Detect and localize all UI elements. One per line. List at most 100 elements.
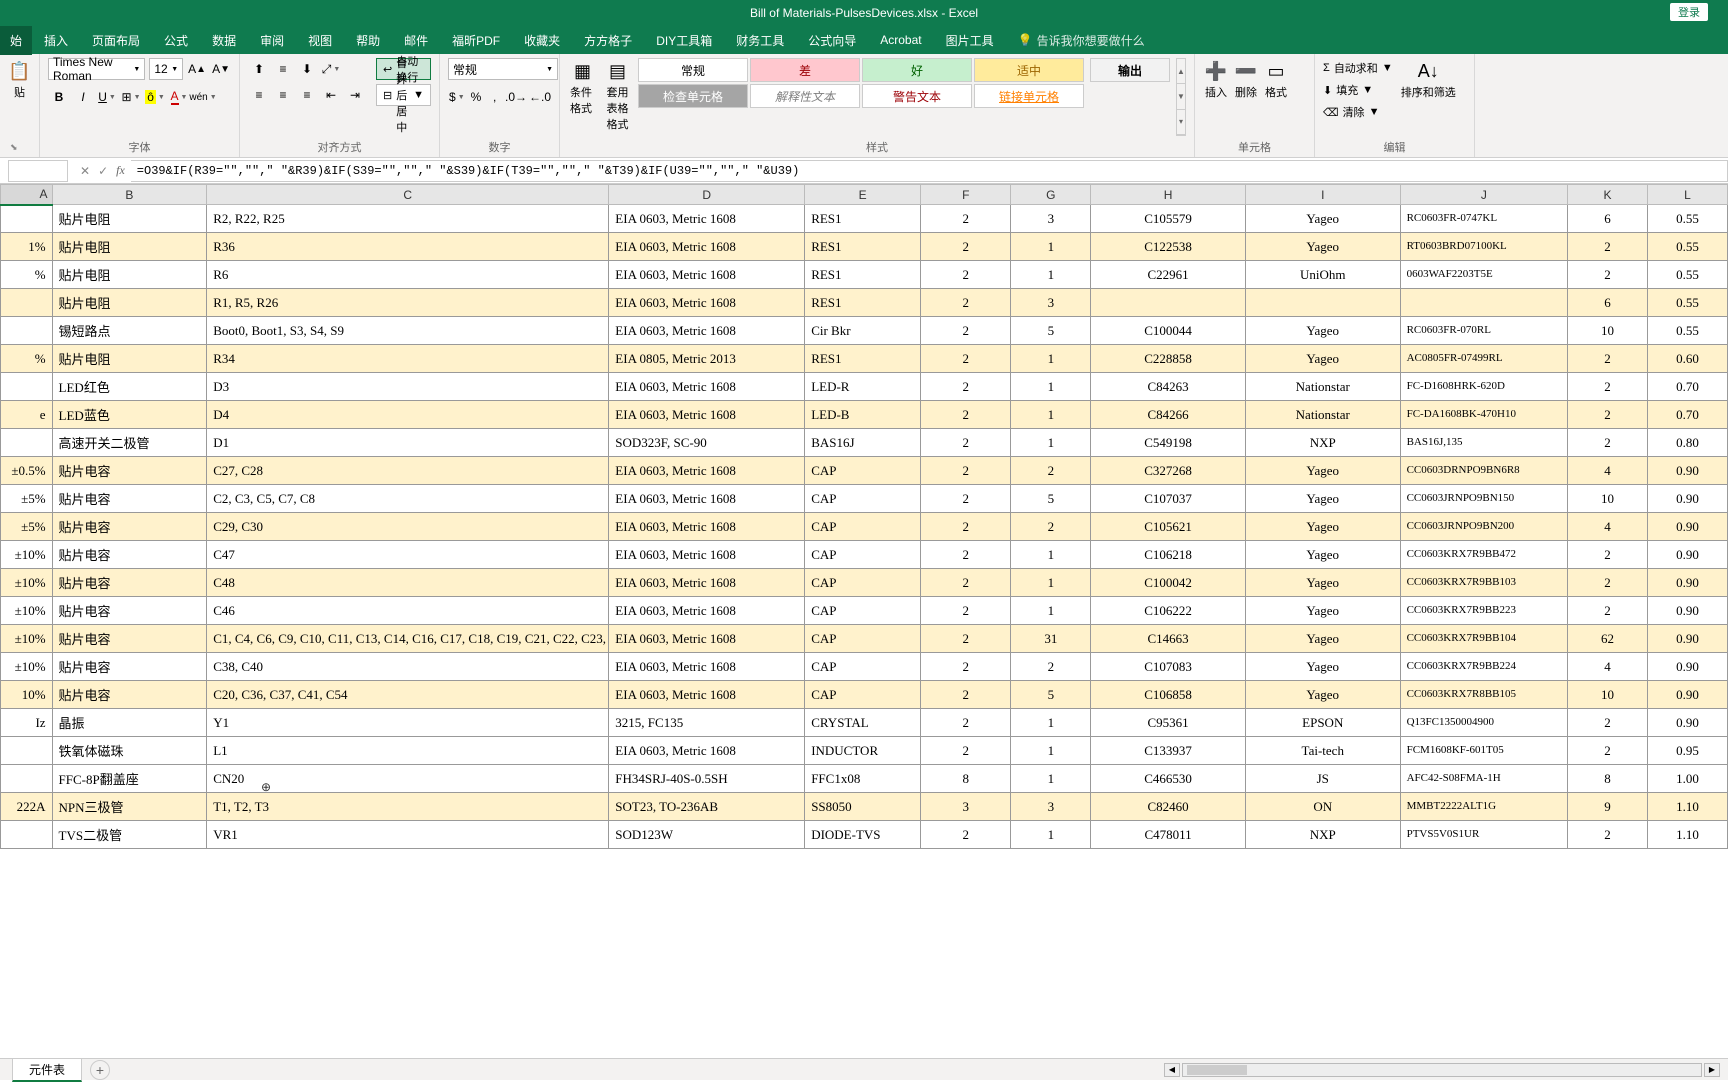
cell[interactable]: CN20 [207,765,609,793]
cell[interactable]: 10% [1,681,53,709]
cell[interactable]: C47 [207,541,609,569]
cell[interactable]: 1 [1011,373,1091,401]
cell[interactable]: C106218 [1091,541,1246,569]
table-row[interactable]: ±5%贴片电容C2, C3, C5, C7, C8EIA 0603, Metri… [1,485,1728,513]
cell[interactable]: RES1 [805,289,921,317]
cell[interactable]: 贴片电容 [52,541,207,569]
cell[interactable]: EIA 0805, Metric 2013 [609,345,805,373]
cell[interactable]: 62 [1568,625,1648,653]
cell[interactable]: Yageo [1245,681,1400,709]
cell[interactable]: 2 [1011,457,1091,485]
cell[interactable]: 2 [1568,401,1648,429]
cell[interactable]: NXP [1245,821,1400,849]
cell[interactable]: 6 [1568,289,1648,317]
cell[interactable]: 0.90 [1648,709,1728,737]
cell[interactable]: 1 [1011,597,1091,625]
cell[interactable]: 10 [1568,485,1648,513]
tab-finance[interactable]: 财务工具 [724,26,796,55]
cell[interactable]: Yageo [1245,541,1400,569]
table-row[interactable]: 222ANPN三极管T1, T2, T3SOT23, TO-236ABSS805… [1,793,1728,821]
cell[interactable]: C38, C40 [207,653,609,681]
cell[interactable]: CAP [805,625,921,653]
cell[interactable]: NPN三极管 [52,793,207,821]
cell[interactable]: 0.60 [1648,345,1728,373]
font-size-select[interactable]: 12▼ [149,58,183,80]
cell[interactable]: 6 [1568,205,1648,233]
cell[interactable]: RC0603FR-070RL [1400,317,1568,345]
indent-inc-button[interactable]: ⇥ [344,84,366,106]
cell[interactable]: CAP [805,681,921,709]
cell[interactable]: C466530 [1091,765,1246,793]
cell[interactable]: CRYSTAL [805,709,921,737]
cell[interactable]: Yageo [1245,597,1400,625]
styles-scroll[interactable]: ▲▼▾ [1176,58,1186,136]
cell[interactable]: 2 [1568,261,1648,289]
align-left-button[interactable]: ≡ [248,84,270,106]
cell[interactable]: Yageo [1245,513,1400,541]
cell[interactable]: 0.55 [1648,317,1728,345]
scroll-thumb[interactable] [1187,1065,1247,1075]
insert-cells-button[interactable]: ➕插入 [1203,58,1229,102]
cell[interactable]: 4 [1568,513,1648,541]
cell[interactable]: C106858 [1091,681,1246,709]
cell[interactable]: 2 [1568,709,1648,737]
style-explanatory[interactable]: 解释性文本 [750,84,860,108]
cell[interactable]: 贴片电容 [52,569,207,597]
style-bad[interactable]: 差 [750,58,860,82]
cell[interactable]: SOD123W [609,821,805,849]
cell[interactable]: C1, C4, C6, C9, C10, C11, C13, C14, C16,… [207,625,609,653]
cell[interactable]: e [1,401,53,429]
cell[interactable]: Yageo [1245,205,1400,233]
cell[interactable]: 2 [1011,513,1091,541]
cell[interactable]: 1 [1011,709,1091,737]
tab-help[interactable]: 帮助 [344,26,392,55]
cell[interactable]: LED-B [805,401,921,429]
cell[interactable]: C105621 [1091,513,1246,541]
cell[interactable]: 0.90 [1648,457,1728,485]
cell[interactable]: 3 [1011,289,1091,317]
col-header-G[interactable]: G [1011,185,1091,205]
style-good[interactable]: 好 [862,58,972,82]
cell[interactable]: CC0603DRNPO9BN6R8 [1400,457,1568,485]
cell[interactable]: 2 [921,401,1011,429]
horizontal-scrollbar[interactable]: ◀ ▶ [110,1063,1728,1077]
tell-me-search[interactable]: 💡 告诉我你想要做什么 [1018,32,1145,49]
cell[interactable]: 1 [1011,765,1091,793]
cell[interactable]: EIA 0603, Metric 1608 [609,597,805,625]
cell[interactable]: 2 [1568,541,1648,569]
table-row[interactable]: 高速开关二极管D1SOD323F, SC-90BAS16J21C549198NX… [1,429,1728,457]
align-right-button[interactable]: ≡ [296,84,318,106]
cell[interactable]: 贴片电容 [52,513,207,541]
cell[interactable]: C107083 [1091,653,1246,681]
cell[interactable]: Boot0, Boot1, S3, S4, S9 [207,317,609,345]
cell[interactable]: R1, R5, R26 [207,289,609,317]
cell[interactable]: 0.90 [1648,513,1728,541]
cell[interactable] [1,821,53,849]
cell[interactable]: TVS二极管 [52,821,207,849]
cell[interactable]: D3 [207,373,609,401]
cell[interactable]: CC0603JRNPO9BN200 [1400,513,1568,541]
cell[interactable]: 铁氧体磁珠 [52,737,207,765]
col-header-J[interactable]: J [1400,185,1568,205]
tab-view[interactable]: 视图 [296,26,344,55]
cell[interactable]: RT0603BRD07100KL [1400,233,1568,261]
sort-filter-button[interactable]: A↓排序和筛选 [1399,58,1458,122]
table-row[interactable]: 贴片电阻R2, R22, R25EIA 0603, Metric 1608RES… [1,205,1728,233]
scroll-left-button[interactable]: ◀ [1164,1063,1180,1077]
cell[interactable]: LED-R [805,373,921,401]
table-row[interactable]: eLED蓝色D4EIA 0603, Metric 1608LED-B21C842… [1,401,1728,429]
cell[interactable]: 1 [1011,429,1091,457]
cell[interactable] [1,737,53,765]
cell[interactable]: 2 [921,205,1011,233]
cell[interactable]: CC0603KRX7R8BB105 [1400,681,1568,709]
cell[interactable]: CAP [805,513,921,541]
cell[interactable]: 5 [1011,681,1091,709]
cell[interactable]: C100042 [1091,569,1246,597]
dec-decimal-button[interactable]: ←.0 [529,86,551,108]
cell[interactable]: 3215, FC135 [609,709,805,737]
scroll-track[interactable] [1182,1063,1702,1077]
cell[interactable]: 222A [1,793,53,821]
tab-diy[interactable]: DIY工具箱 [644,26,724,55]
format-as-table-button[interactable]: ▤套用 表格格式 [603,58,632,136]
cell[interactable]: CC0603KRX7R9BB472 [1400,541,1568,569]
